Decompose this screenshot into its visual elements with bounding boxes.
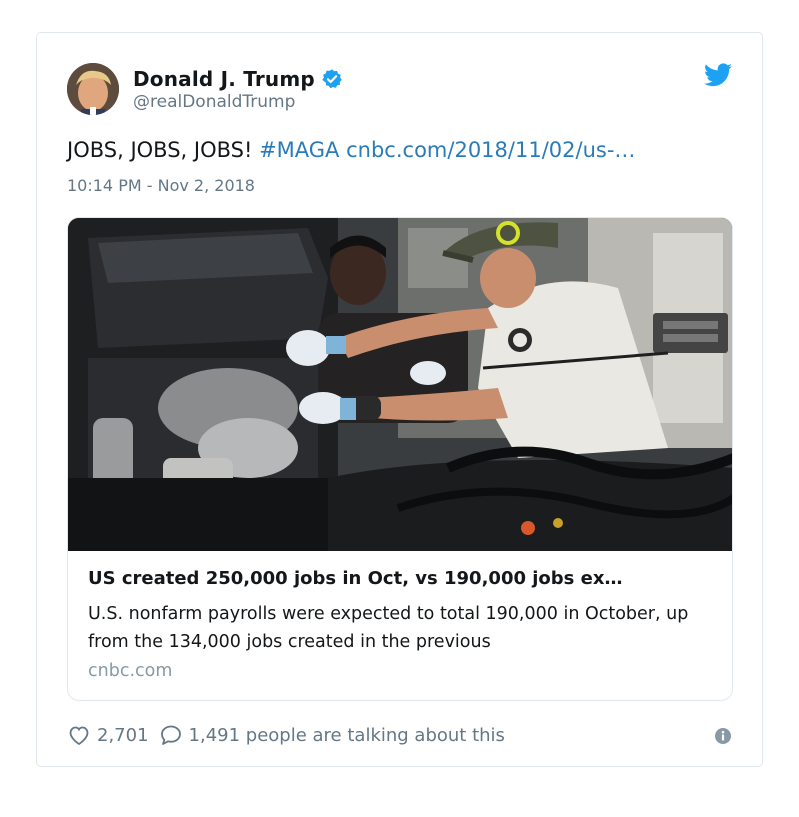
twitter-bird-icon[interactable] (704, 63, 732, 89)
author-handle[interactable]: @realDonaldTrump (133, 92, 295, 112)
tweet-timestamp[interactable]: 10:14 PM - Nov 2, 2018 (67, 176, 255, 195)
info-icon[interactable] (714, 727, 732, 745)
hashtag-link[interactable]: #MAGA (259, 138, 339, 162)
reply-action[interactable]: 1,491 people are talking about this (159, 723, 505, 747)
tweet-actions: 2,701 1,491 people are talking about thi… (67, 721, 505, 749)
avatar-photo (67, 63, 119, 115)
like-action[interactable]: 2,701 (67, 723, 159, 747)
like-count: 2,701 (97, 724, 149, 746)
card-title[interactable]: US created 250,000 jobs in Oct, vs 190,0… (88, 568, 716, 589)
link-preview-card[interactable]: US created 250,000 jobs in Oct, vs 190,0… (67, 217, 733, 701)
tweet-text-plain: JOBS, JOBS, JOBS! (67, 138, 260, 162)
avatar[interactable] (67, 63, 119, 115)
author-display-name[interactable]: Donald J. Trump (133, 67, 315, 91)
author-name-row[interactable]: Donald J. Trump (133, 65, 343, 93)
heart-icon (69, 726, 89, 746)
embedded-tweet-card: Donald J. Trump @realDonaldTrump JOBS, J… (36, 32, 763, 767)
speech-bubble-icon (160, 725, 181, 745)
tweet-text: JOBS, JOBS, JOBS! #MAGA cnbc.com/2018/11… (67, 138, 635, 162)
talking-count: 1,491 people are talking about this (188, 724, 505, 746)
card-domain: cnbc.com (88, 661, 173, 681)
card-description: U.S. nonfarm payrolls were expected to t… (88, 604, 689, 652)
verified-badge-icon (321, 68, 343, 90)
tweet-url-link[interactable]: cnbc.com/2018/11/02/us-… (346, 138, 635, 162)
article-image[interactable] (68, 218, 732, 551)
